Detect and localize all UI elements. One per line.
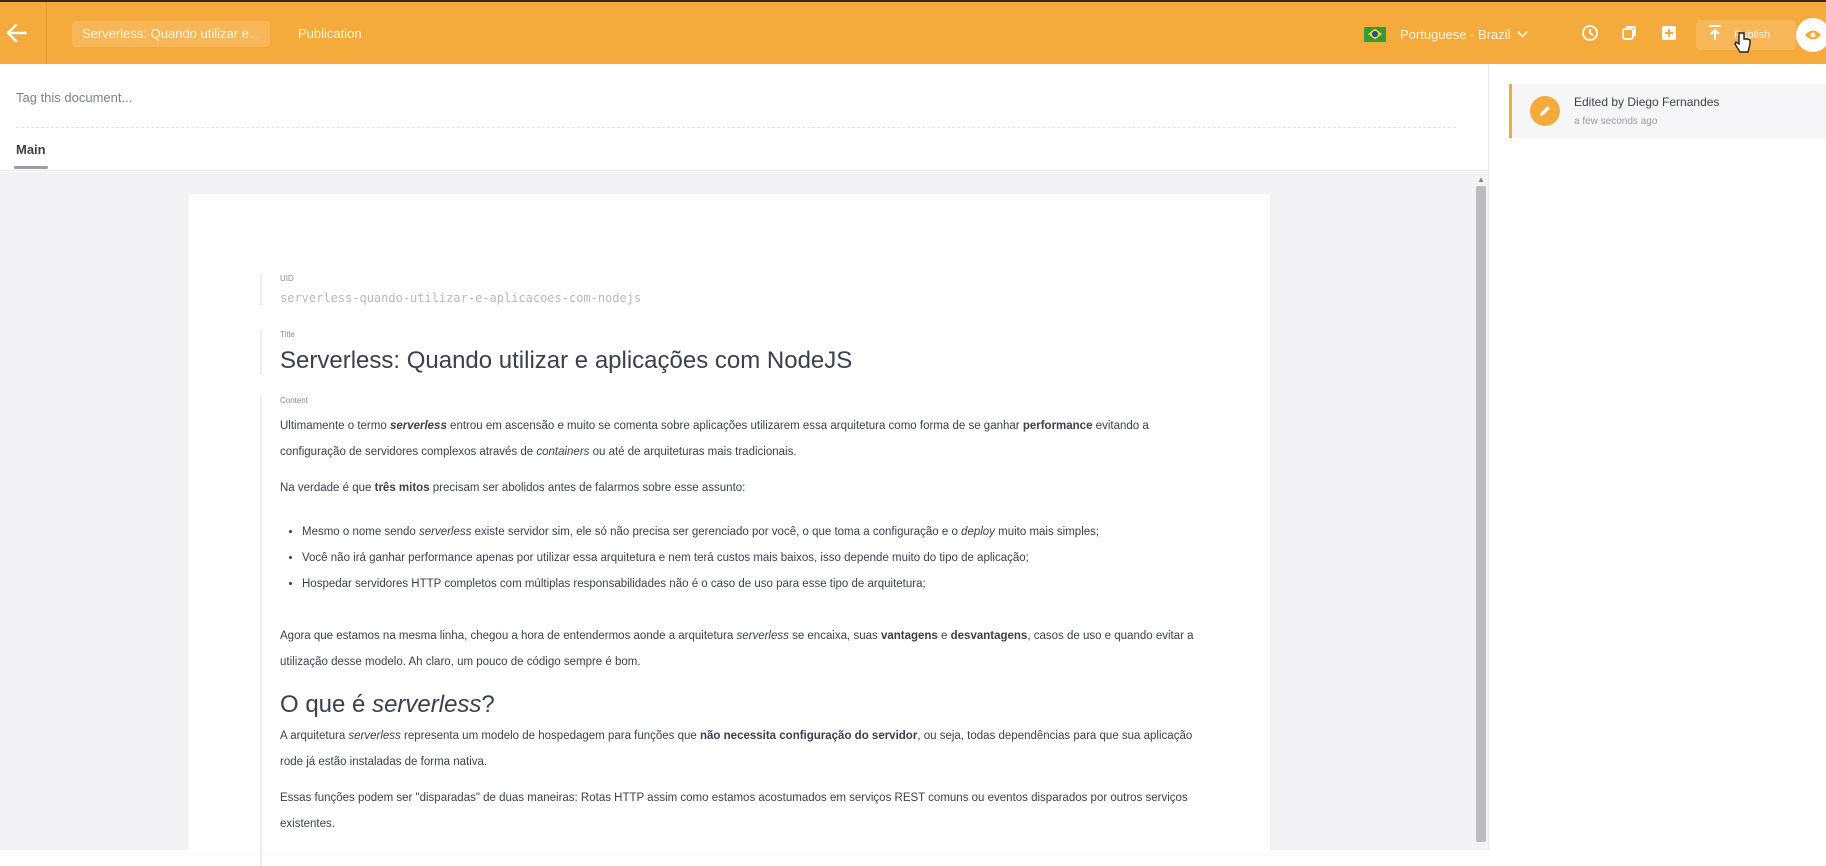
uid-field: UID serverless-quando-utilizar-e-aplicac… xyxy=(260,274,641,305)
history-entry-time: a few seconds ago xyxy=(1574,116,1658,127)
myths-list: Mesmo o nome sendo serverless existe ser… xyxy=(302,519,1200,597)
document-sheet: UID serverless-quando-utilizar-e-aplicac… xyxy=(188,194,1270,866)
brazil-flag-icon xyxy=(1364,26,1386,42)
list-item: Mesmo o nome sendo serverless existe ser… xyxy=(302,519,1200,545)
history-icon[interactable] xyxy=(1580,23,1600,43)
publish-icon xyxy=(1708,25,1722,45)
scrollbar-thumb[interactable] xyxy=(1476,186,1486,842)
publication-tab[interactable]: Publication xyxy=(298,21,362,47)
tag-input[interactable]: Tag this document... xyxy=(16,88,1456,128)
document-canvas: UID serverless-quando-utilizar-e-aplicac… xyxy=(0,172,1488,866)
eye-icon[interactable] xyxy=(1796,18,1826,52)
paragraph-3: Agora que estamos na mesma linha, chegou… xyxy=(280,630,1194,668)
history-entry-title: Edited by Diego Fernandes xyxy=(1574,95,1720,109)
uid-value[interactable]: serverless-quando-utilizar-e-aplicacoes-… xyxy=(280,291,641,305)
scroll-up-arrow-icon[interactable]: ▲ xyxy=(1477,175,1485,184)
content-label: Content xyxy=(280,396,309,405)
title-label: Title xyxy=(280,330,295,339)
section-heading: O que é serverless? xyxy=(280,691,495,718)
paragraph-4: A arquitetura serverless representa um m… xyxy=(280,730,1193,768)
paragraph-1: Ultimamente o termo serverless entrou em… xyxy=(280,420,1149,458)
language-label: Portuguese - Brazil xyxy=(1400,26,1511,42)
language-selector[interactable]: Portuguese - Brazil xyxy=(1364,23,1528,45)
editor-pane: Tag this document... Main UID serverless… xyxy=(0,64,1488,866)
chevron-down-icon xyxy=(1516,27,1528,41)
history-pane: Edited by Diego Fernandes a few seconds … xyxy=(1488,64,1826,850)
back-divider xyxy=(46,2,47,64)
document-title-chip[interactable]: Serverless: Quando utilizar e... xyxy=(72,21,270,47)
list-item: Você não irá ganhar performance apenas p… xyxy=(302,545,1200,571)
list-item: Hospedar servidores HTTP completos com m… xyxy=(302,571,1200,597)
tab-active-indicator xyxy=(14,166,48,169)
mouse-pointer-icon xyxy=(1734,32,1752,60)
content-field: Content Ultimamente o termo serverless e… xyxy=(260,396,1200,866)
title-value[interactable]: Serverless: Quando utilizar e aplicações… xyxy=(280,347,852,375)
tab-main[interactable]: Main xyxy=(16,142,46,157)
uid-label: UID xyxy=(280,274,294,283)
arrow-left-icon[interactable] xyxy=(0,2,34,64)
history-entry[interactable]: Edited by Diego Fernandes a few seconds … xyxy=(1509,84,1826,138)
paragraph-2: Na verdade é que três mitos precisam ser… xyxy=(280,482,746,494)
title-field: Title Serverless: Quando utilizar e apli… xyxy=(260,330,852,375)
save-icon[interactable] xyxy=(1659,23,1679,43)
paragraph-5: Essas funções podem ser "disparadas" de … xyxy=(280,792,1188,830)
content-editor[interactable]: Ultimamente o termo serverless entrou em… xyxy=(280,413,1200,837)
top-bar: Serverless: Quando utilizar e... Publica… xyxy=(0,0,1826,64)
pencil-icon xyxy=(1530,96,1560,126)
tabs-divider xyxy=(0,170,1488,171)
duplicate-icon[interactable] xyxy=(1619,23,1639,43)
